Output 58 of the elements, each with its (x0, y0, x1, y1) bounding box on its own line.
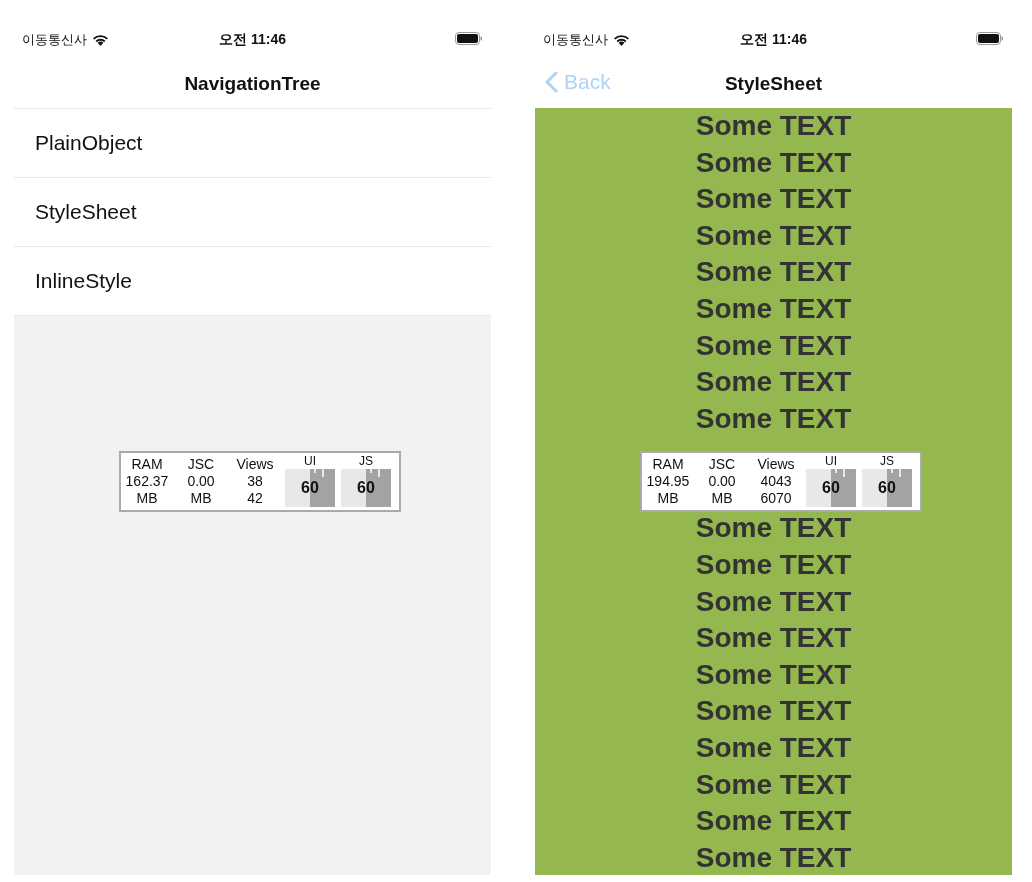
text-line: Some TEXT (695, 621, 852, 656)
text-line: Some TEXT (695, 218, 852, 253)
list-item[interactable]: PlainObject (14, 109, 491, 178)
text-line: Some TEXT (695, 511, 852, 546)
text-line: Some TEXT (695, 145, 852, 180)
stat-value: MB (190, 490, 212, 507)
stat-value: MB (657, 490, 679, 507)
stat-value: 0.00 (708, 473, 736, 490)
text-line: Some TEXT (695, 255, 852, 290)
nav-title: StyleSheet (724, 73, 823, 95)
graph-label: UI (304, 455, 316, 468)
stat-value: 38 (247, 473, 263, 490)
status-time: 오전 11:46 (219, 31, 286, 49)
stat-value: 0.00 (187, 473, 215, 490)
text-line: Some TEXT (695, 328, 852, 363)
stat-label: RAM (131, 456, 163, 473)
text-line: Some TEXT (695, 365, 852, 400)
text-line: Some TEXT (695, 401, 852, 436)
text-line: Some TEXT (695, 109, 852, 143)
battery-icon (455, 32, 483, 45)
carrier-name: 이동통신사 (543, 31, 608, 49)
text-line: Some TEXT (695, 730, 852, 765)
stat-label: Views (236, 456, 274, 473)
stat-label: JSC (187, 456, 215, 473)
stat-value: 6070 (760, 490, 792, 507)
stat-value: 42 (247, 490, 263, 507)
graph-label: JS (359, 455, 373, 468)
fps-value: 60 (300, 479, 320, 497)
text-line: Some TEXT (695, 804, 852, 839)
status-time: 오전 11:46 (740, 31, 807, 49)
stat-value: MB (136, 490, 158, 507)
text-line: Some TEXT (695, 694, 852, 729)
battery-icon (976, 32, 1004, 45)
graph-label: JS (880, 455, 894, 468)
text-line: Some TEXT (695, 291, 852, 326)
stat-value: 162.37 (125, 473, 169, 490)
fps-value: 60 (356, 479, 376, 497)
fps-value: 60 (821, 479, 841, 497)
stat-label: Views (757, 456, 795, 473)
fps-value: 60 (877, 479, 897, 497)
wifi-icon (92, 34, 109, 46)
wifi-icon (613, 34, 630, 46)
text-line: Some TEXT (695, 767, 852, 802)
stat-value: 194.95 (646, 473, 690, 490)
text-line: Some TEXT (695, 657, 852, 692)
chevron-left-icon (545, 71, 558, 93)
nav-title: NavigationTree (184, 73, 321, 95)
carrier-name: 이동통신사 (22, 31, 87, 49)
text-line: Some TEXT (695, 547, 852, 582)
text-line: Some TEXT (695, 840, 852, 875)
stat-label: RAM (652, 456, 684, 473)
list-item[interactable]: StyleSheet (14, 178, 491, 247)
text-line: Some TEXT (695, 584, 852, 619)
graph-label: UI (825, 455, 837, 468)
stat-value: 4043 (760, 473, 792, 490)
stat-label: JSC (708, 456, 736, 473)
text-line: Some TEXT (695, 182, 852, 217)
stat-value: MB (711, 490, 733, 507)
